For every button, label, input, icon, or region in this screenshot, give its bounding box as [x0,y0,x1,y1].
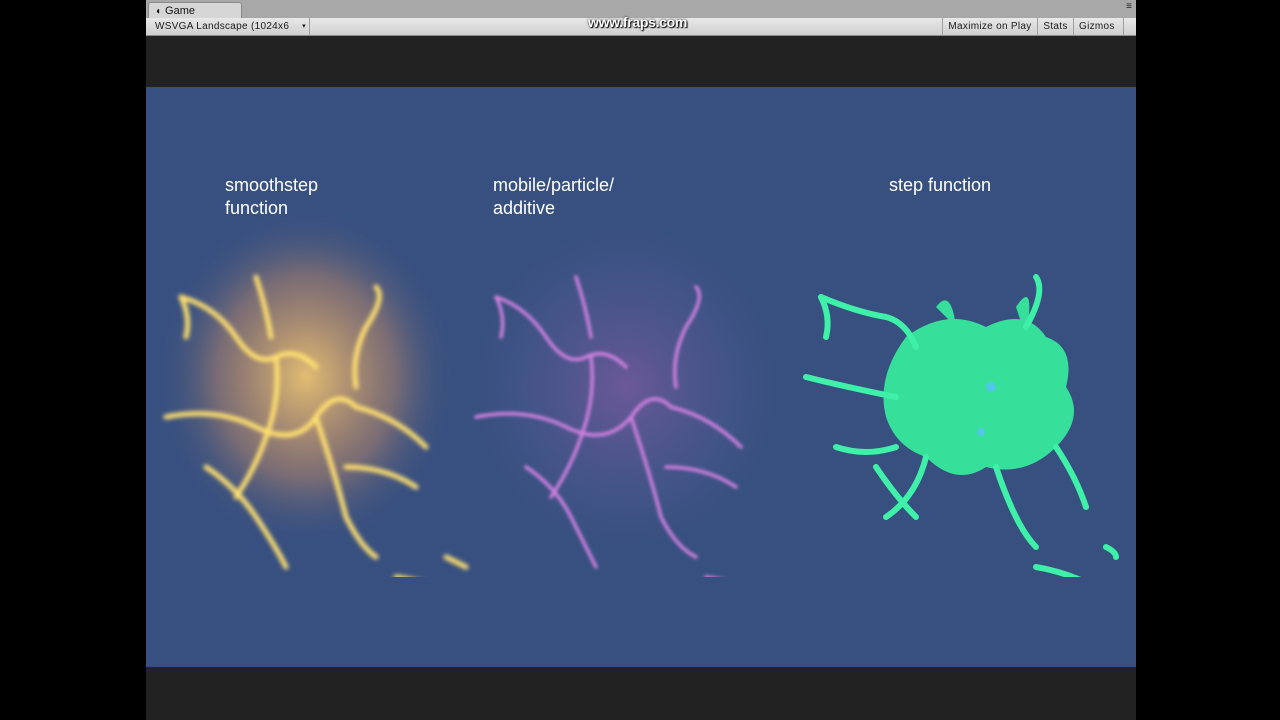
step-function-crack-effect [803,274,1119,577]
tab-game-label: Game [165,5,196,17]
step-function-label: step function [889,175,992,195]
aspect-ratio-label: WSVGA Landscape (1024x6 [155,21,290,32]
tab-game[interactable]: ◖ Game [148,2,242,19]
fraps-watermark: www.fraps.com [588,14,688,30]
maximize-on-play-button[interactable]: Maximize on Play [942,18,1038,35]
scene-render: smoothstep function mobile/particle/ add… [146,87,1136,667]
game-view[interactable]: smoothstep function mobile/particle/ add… [146,36,1136,720]
chevron-down-icon: ▾ [302,23,306,30]
smoothstep-label: smoothstep function [225,175,319,218]
letterbox-bottom [146,667,1136,720]
gizmos-button[interactable]: Gizmos ▾ [1074,18,1124,35]
smoothstep-crack-effect [156,217,469,577]
particle-additive-crack-effect [466,217,786,577]
unity-editor-window: ◖ Game ≡ WSVGA Landscape (1024x6 ▾ Maximi… [146,0,1136,720]
aspect-ratio-dropdown[interactable]: WSVGA Landscape (1024x6 ▾ [150,18,310,35]
letterbox-top [146,36,1136,87]
particle-additive-label: mobile/particle/ additive [493,175,615,218]
gizmos-label: Gizmos [1079,21,1115,32]
stats-button[interactable]: Stats [1038,18,1074,35]
tab-menu-icon[interactable]: ≡ [1126,2,1132,12]
